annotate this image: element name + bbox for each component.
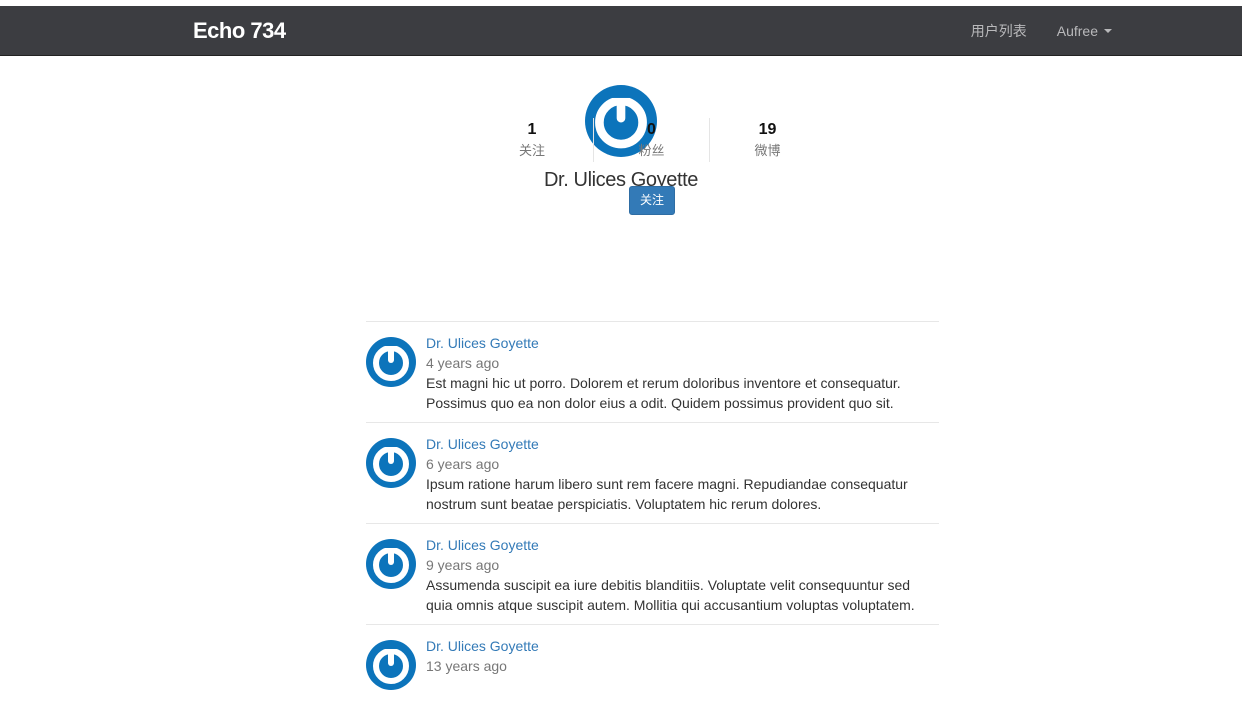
- stat-posts[interactable]: 19 微博: [709, 118, 825, 162]
- feed-item-body: Dr. Ulices Goyette 13 years ago: [426, 636, 939, 676]
- gravatar-icon[interactable]: [366, 337, 416, 387]
- stat-value: 0: [647, 121, 656, 138]
- post-content: Est magni hic ut porro. Dolorem et rerum…: [426, 375, 901, 411]
- feed-item-body: Dr. Ulices Goyette 6 years ago Ipsum rat…: [426, 434, 939, 514]
- post-timestamp: 6 years ago: [426, 456, 500, 472]
- stat-label: 关注: [518, 143, 545, 158]
- stat-value: 19: [758, 121, 777, 138]
- follow-button[interactable]: 关注: [629, 186, 675, 215]
- top-navbar: Echo 734 用户列表 Aufree: [0, 6, 1242, 56]
- nav-account-dropdown[interactable]: Aufree: [1057, 23, 1112, 39]
- profile-name: Dr. Ulices Goyette: [544, 169, 698, 191]
- post-content: Assumenda suscipit ea iure debitis bland…: [426, 577, 915, 613]
- feed-item-body: Dr. Ulices Goyette 9 years ago Assumenda…: [426, 535, 939, 615]
- stat-label: 粉丝: [638, 143, 665, 158]
- stat-label: 微博: [754, 143, 781, 158]
- account-name: Aufree: [1056, 23, 1098, 39]
- feed-item: Dr. Ulices Goyette 6 years ago Ipsum rat…: [366, 422, 939, 523]
- stat-following[interactable]: 1 关注: [471, 118, 593, 162]
- brand-logo[interactable]: Echo 734: [193, 18, 286, 44]
- gravatar-icon[interactable]: [366, 438, 416, 488]
- stat-followers[interactable]: 0 粉丝: [593, 118, 709, 162]
- status-feed: Dr. Ulices Goyette 4 years ago Est magni…: [366, 321, 939, 725]
- stat-value: 1: [527, 121, 537, 138]
- feed-item: Dr. Ulices Goyette 9 years ago Assumenda…: [366, 523, 939, 624]
- feed-item-body: Dr. Ulices Goyette 4 years ago Est magni…: [426, 333, 939, 413]
- nav-users-link[interactable]: 用户列表: [971, 21, 1027, 41]
- caret-down-icon: [1104, 29, 1112, 33]
- feed-item: Dr. Ulices Goyette 4 years ago Est magni…: [366, 321, 939, 422]
- post-timestamp: 13 years ago: [426, 658, 507, 674]
- post-author-link[interactable]: Dr. Ulices Goyette: [426, 636, 939, 656]
- gravatar-icon[interactable]: [366, 640, 416, 690]
- post-timestamp: 9 years ago: [426, 557, 500, 573]
- post-timestamp: 4 years ago: [426, 355, 500, 371]
- profile-stats: 1 关注 0 粉丝 19 微博: [471, 118, 831, 162]
- post-author-link[interactable]: Dr. Ulices Goyette: [426, 434, 939, 454]
- nav-right: 用户列表 Aufree: [941, 6, 1112, 56]
- post-content: Ipsum ratione harum libero sunt rem face…: [426, 476, 908, 512]
- feed-item: Dr. Ulices Goyette 13 years ago: [366, 624, 939, 725]
- post-author-link[interactable]: Dr. Ulices Goyette: [426, 333, 939, 353]
- gravatar-icon[interactable]: [366, 539, 416, 589]
- post-author-link[interactable]: Dr. Ulices Goyette: [426, 535, 939, 555]
